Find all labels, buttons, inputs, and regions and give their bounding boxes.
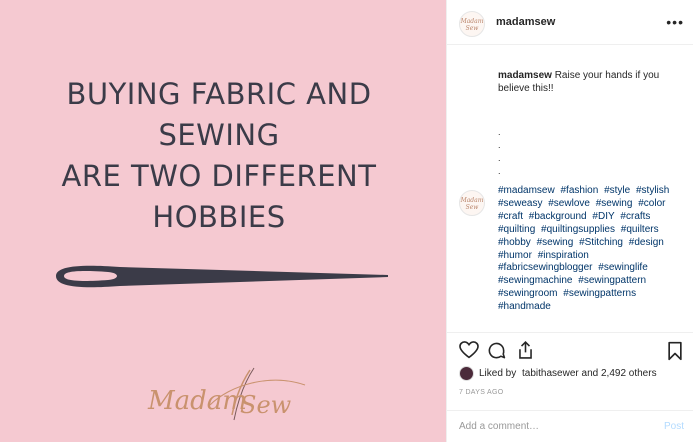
hashtag-link[interactable]: #fashion bbox=[560, 185, 598, 196]
caption-dot: . bbox=[498, 166, 501, 176]
hashtag-link[interactable]: #seweasy bbox=[498, 198, 542, 209]
hashtag-link[interactable]: #sewingmachine bbox=[498, 275, 573, 286]
more-horizontal-icon[interactable]: ••• bbox=[666, 14, 684, 30]
needle-illustration bbox=[56, 265, 388, 288]
hashtag-link[interactable]: #sewing bbox=[537, 237, 574, 248]
hashtag-link[interactable]: #sewingpatterns bbox=[563, 288, 636, 299]
post-image[interactable]: BUYING FABRIC AND SEWING ARE TWO DIFFERE… bbox=[0, 0, 446, 442]
hashtag-link[interactable]: #Stitching bbox=[579, 237, 623, 248]
liker-avatar[interactable] bbox=[459, 366, 474, 381]
post-comment-button[interactable]: Post bbox=[664, 421, 684, 432]
hashtag-link[interactable]: #quilting bbox=[498, 224, 535, 235]
post-header: Madam Sew madamsew ••• bbox=[447, 0, 693, 45]
hashtag-link[interactable]: #style bbox=[604, 185, 630, 196]
hashtag-link[interactable]: #sewingroom bbox=[498, 288, 557, 299]
hashtag-link[interactable]: #crafts bbox=[620, 211, 650, 222]
hashtag-link[interactable]: #DIY bbox=[592, 211, 614, 222]
hashtag-link[interactable]: #design bbox=[629, 237, 664, 248]
hashtag-link[interactable]: #sewingpattern bbox=[578, 275, 646, 286]
caption-dot: . bbox=[498, 153, 501, 163]
hashtag-link[interactable]: #inspiration bbox=[538, 250, 589, 261]
hashtag-link[interactable]: #madamsew bbox=[498, 185, 555, 196]
hashtag-link[interactable]: #fabricsewingblogger bbox=[498, 262, 593, 273]
caption-dots: . . . . bbox=[498, 126, 501, 178]
liked-count[interactable]: and 2,492 others bbox=[579, 368, 657, 379]
share-icon[interactable] bbox=[516, 340, 535, 360]
comment-input[interactable] bbox=[459, 421, 639, 432]
comment-icon[interactable] bbox=[487, 341, 506, 360]
avatar-logo-text: Madam Sew bbox=[460, 197, 484, 211]
hashtag-link[interactable]: #sewinglife bbox=[598, 262, 647, 273]
hashtag-link[interactable]: #craft bbox=[498, 211, 523, 222]
hashtag-link[interactable]: #hobby bbox=[498, 237, 531, 248]
liked-username[interactable]: tabithasewer bbox=[522, 368, 579, 379]
post-timestamp[interactable]: 7 DAYS AGO bbox=[459, 389, 504, 396]
hashtag-link[interactable]: #background bbox=[529, 211, 587, 222]
madam-sew-logo: Madam Sew bbox=[147, 367, 306, 421]
bookmark-icon[interactable] bbox=[667, 341, 683, 361]
hashtag-link[interactable]: #handmade bbox=[498, 301, 551, 312]
author-avatar[interactable]: Madam Sew bbox=[459, 11, 485, 37]
comments-section: madamsew Raise your hands if you believe… bbox=[447, 46, 693, 332]
heart-icon[interactable] bbox=[459, 341, 479, 359]
headline-line-1: BUYING FABRIC AND bbox=[66, 77, 372, 111]
likes-summary: Liked by tabithasewer and 2,492 others bbox=[459, 366, 657, 381]
caption-dot: . bbox=[498, 140, 501, 150]
headline-line-4: HOBBIES bbox=[152, 200, 286, 234]
avatar-logo-text: Madam Sew bbox=[460, 18, 484, 32]
author-username[interactable]: madamsew bbox=[496, 16, 555, 28]
headline-line-3: ARE TWO DIFFERENT bbox=[61, 159, 377, 193]
logo-text-sew: Sew bbox=[240, 391, 292, 419]
image-headline: BUYING FABRIC AND SEWING ARE TWO DIFFERE… bbox=[0, 74, 438, 238]
caption-dot: . bbox=[498, 127, 501, 137]
headline-line-2: SEWING bbox=[158, 118, 280, 152]
hashtag-link[interactable]: #sewing bbox=[596, 198, 633, 209]
hashtag-link[interactable]: #sewlove bbox=[548, 198, 590, 209]
hashtag-link[interactable]: #quiltingsupplies bbox=[541, 224, 615, 235]
add-comment-bar: Post bbox=[447, 410, 693, 442]
hashtag-link[interactable]: #humor bbox=[498, 250, 532, 261]
caption-username[interactable]: madamsew bbox=[498, 70, 552, 81]
hashtag-link[interactable]: #color bbox=[638, 198, 665, 209]
liked-prefix: Liked by bbox=[479, 368, 520, 379]
hashtag-link[interactable]: #quilters bbox=[621, 224, 659, 235]
comment-author-avatar[interactable]: Madam Sew bbox=[459, 190, 485, 216]
hashtag-list: #madamsew #fashion #style #stylish #sewe… bbox=[498, 185, 688, 314]
caption: madamsew Raise your hands if you believe… bbox=[498, 69, 688, 95]
hashtag-link[interactable]: #stylish bbox=[636, 185, 669, 196]
logo-text-madam: Madam bbox=[147, 386, 247, 416]
post-sidebar: Madam Sew madamsew ••• madamsew Raise yo… bbox=[446, 0, 693, 442]
instagram-post: BUYING FABRIC AND SEWING ARE TWO DIFFERE… bbox=[0, 0, 693, 442]
